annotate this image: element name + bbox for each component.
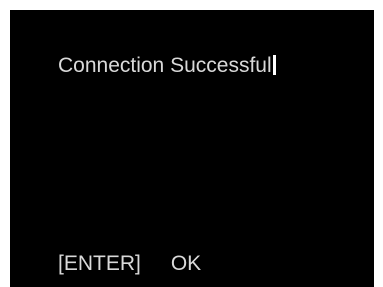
enter-key-hint: [ENTER] bbox=[58, 252, 141, 275]
text-cursor bbox=[272, 55, 276, 75]
ok-button[interactable]: OK bbox=[171, 252, 201, 275]
terminal-screen: Connection Successful [ENTER] OK bbox=[10, 10, 374, 287]
status-message: Connection Successful bbox=[58, 54, 272, 77]
dialog-footer: [ENTER] OK bbox=[58, 252, 201, 276]
status-message-line: Connection Successful bbox=[58, 54, 276, 78]
